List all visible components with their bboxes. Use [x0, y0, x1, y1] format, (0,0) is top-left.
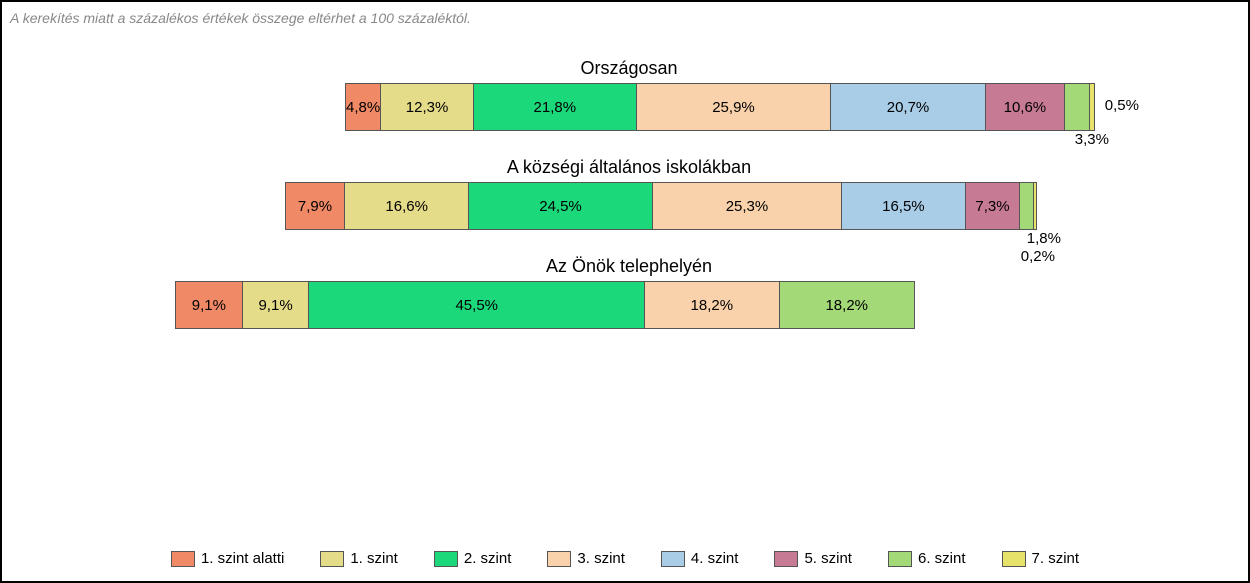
bar-wrap: 4,8%12,3%21,8%25,9%20,7%10,6%0,5%3,3% — [345, 83, 1095, 129]
stacked-bar: 4,8% 12,3% 21,8% 25,9% 20,7% 10,6% — [345, 83, 1095, 131]
legend-item: 6. szint — [888, 550, 966, 567]
bar-segment: 18,2% — [645, 282, 779, 328]
segment-label: 18,2% — [691, 297, 734, 314]
chart-row-title: Országosan — [580, 58, 677, 79]
segment-label: 18,2% — [825, 297, 868, 314]
segment-label: 45,5% — [455, 297, 498, 314]
legend-label: 7. szint — [1032, 550, 1080, 567]
bar-segment: 20,7% — [831, 84, 986, 130]
segment-label: 25,9% — [712, 99, 755, 116]
segment-label: 4,8% — [346, 99, 380, 116]
legend-swatch — [434, 551, 458, 567]
charts-area: Országosan 4,8% 12,3% 21,8% 25,9% 20,7% 10,6% 0… — [10, 58, 1248, 327]
legend-swatch — [888, 551, 912, 567]
external-label: 1,8% — [1027, 230, 1061, 247]
bar-segment — [1090, 84, 1094, 130]
bar-segment: 21,8% — [474, 84, 637, 130]
bar-segment: 4,8% — [346, 84, 381, 130]
chart-frame: A kerekítés miatt a százalékos értékek ö… — [0, 0, 1250, 583]
chart-row-title: Az Önök telephelyén — [546, 256, 712, 277]
legend-swatch — [661, 551, 685, 567]
segment-label: 10,6% — [1004, 99, 1047, 116]
external-label: 0,5% — [1105, 97, 1139, 114]
legend-swatch — [774, 551, 798, 567]
bar-segment: 12,3% — [381, 84, 473, 130]
legend-item: 7. szint — [1002, 550, 1080, 567]
external-label: 3,3% — [1075, 131, 1109, 148]
rounding-note: A kerekítés miatt a százalékos értékek ö… — [10, 10, 1248, 26]
segment-label: 12,3% — [406, 99, 449, 116]
legend-item: 2. szint — [434, 550, 512, 567]
bar-segment: 18,2% — [780, 282, 914, 328]
legend-label: 1. szint alatti — [201, 550, 284, 567]
legend-item: 1. szint — [320, 550, 398, 567]
bar-segment — [1065, 84, 1090, 130]
stacked-bar: 7,9% 16,6% 24,5% 25,3% 16,5% 7,3% — [285, 182, 1037, 230]
legend-item: 4. szint — [661, 550, 739, 567]
bar-segment: 25,9% — [637, 84, 831, 130]
segment-label: 7,9% — [298, 198, 332, 215]
legend-label: 3. szint — [577, 550, 625, 567]
legend-swatch — [320, 551, 344, 567]
legend-label: 4. szint — [691, 550, 739, 567]
bar-wrap: 9,1% 9,1% 45,5% 18,2% 18,2% — [175, 281, 915, 327]
segment-label: 21,8% — [534, 99, 577, 116]
bar-wrap: 7,9%16,6%24,5%25,3%16,5%7,3%1,8%0,2% — [285, 182, 1037, 228]
chart-row: Országosan 4,8% 12,3% 21,8% 25,9% 20,7% 10,6% 0… — [10, 58, 1248, 129]
legend: 1. szint alatti 1. szint 2. szint 3. szint 4… — [2, 550, 1248, 567]
segment-label: 16,5% — [882, 198, 925, 215]
segment-label: 25,3% — [726, 198, 769, 215]
bar-segment: 25,3% — [653, 183, 843, 229]
chart-row: Az Önök telephelyén 9,1% 9,1% 45,5% 18,2% 18,… — [10, 256, 1248, 327]
segment-label: 20,7% — [887, 99, 930, 116]
chart-row: A községi általános iskolákban 7,9% 16,6% 2… — [10, 157, 1248, 228]
bar-segment: 45,5% — [309, 282, 645, 328]
bar-segment: 9,1% — [176, 282, 243, 328]
external-label: 0,2% — [1021, 248, 1055, 265]
legend-swatch — [547, 551, 571, 567]
segment-label: 9,1% — [258, 297, 292, 314]
stacked-bar: 9,1% 9,1% 45,5% 18,2% 18,2% — [175, 281, 915, 329]
legend-item: 5. szint — [774, 550, 852, 567]
bar-segment: 9,1% — [243, 282, 310, 328]
bar-segment: 10,6% — [986, 84, 1065, 130]
segment-label: 9,1% — [192, 297, 226, 314]
bar-segment — [1034, 183, 1036, 229]
bar-segment: 16,6% — [345, 183, 469, 229]
segment-label: 7,3% — [975, 198, 1009, 215]
legend-swatch — [1002, 551, 1026, 567]
chart-row-title: A községi általános iskolákban — [507, 157, 751, 178]
bar-segment: 24,5% — [469, 183, 652, 229]
legend-label: 6. szint — [918, 550, 966, 567]
bar-segment — [1020, 183, 1033, 229]
bar-segment: 16,5% — [842, 183, 965, 229]
legend-label: 5. szint — [804, 550, 852, 567]
segment-label: 24,5% — [539, 198, 582, 215]
legend-item: 1. szint alatti — [171, 550, 284, 567]
legend-label: 2. szint — [464, 550, 512, 567]
segment-label: 16,6% — [385, 198, 428, 215]
legend-label: 1. szint — [350, 550, 398, 567]
bar-segment: 7,9% — [286, 183, 345, 229]
legend-swatch — [171, 551, 195, 567]
legend-item: 3. szint — [547, 550, 625, 567]
bar-segment: 7,3% — [966, 183, 1021, 229]
